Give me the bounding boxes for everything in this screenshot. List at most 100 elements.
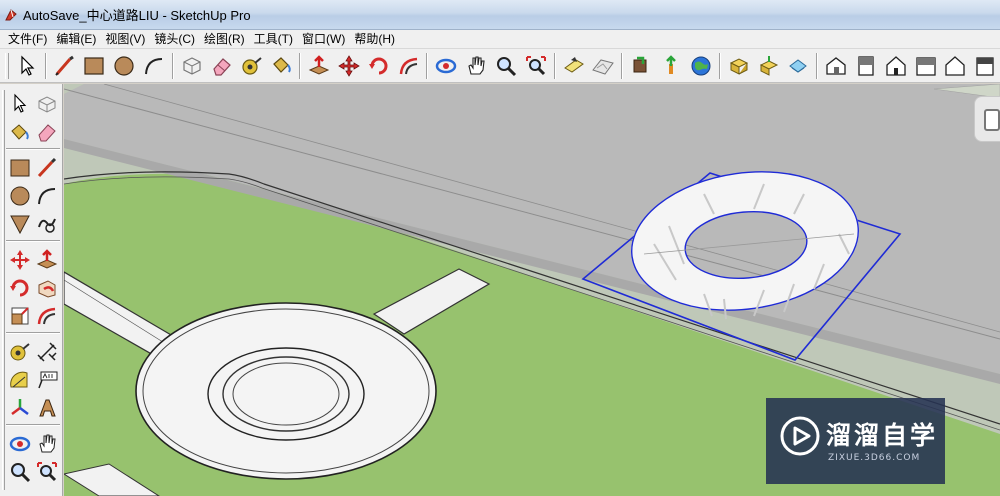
menu-camera[interactable]: 镜头(C) xyxy=(150,30,200,49)
circle-tool-button[interactable] xyxy=(109,51,139,81)
menu-window[interactable]: 窗口(W) xyxy=(298,30,350,49)
google-earth-button[interactable] xyxy=(686,51,716,81)
palette-offset-button[interactable] xyxy=(33,302,61,329)
axes-icon xyxy=(11,398,29,415)
palette-polygon-button[interactable] xyxy=(6,210,34,237)
palette-separator xyxy=(6,148,60,150)
offset-tool-button[interactable] xyxy=(394,51,424,81)
menu-view[interactable]: 视图(V) xyxy=(101,30,150,49)
palette-3dtext-button[interactable] xyxy=(33,394,61,421)
palette-paint-button[interactable] xyxy=(6,118,34,145)
menu-help[interactable]: 帮助(H) xyxy=(350,30,400,49)
title-bar: AutoSave_中心道路LIU - SketchUp Pro xyxy=(0,0,1000,30)
send-to-layout-icon xyxy=(789,58,808,73)
palette-followme-button[interactable] xyxy=(33,274,61,301)
toolbar-separator xyxy=(621,52,624,79)
3d-text-icon xyxy=(39,399,56,416)
get-components-icon xyxy=(729,57,748,75)
orbit-tool-button[interactable] xyxy=(431,51,461,81)
select-icon xyxy=(21,55,35,76)
get-models-button[interactable] xyxy=(626,51,656,81)
palette-move-button[interactable] xyxy=(6,246,34,273)
toggle-terrain-button[interactable] xyxy=(589,51,619,81)
toolbar-separator xyxy=(816,52,819,79)
polygon-icon xyxy=(10,215,30,234)
zoom-icon xyxy=(11,462,31,482)
toolbar-grip[interactable] xyxy=(5,52,9,79)
make-component-button[interactable] xyxy=(177,51,207,81)
palette-dimension-button[interactable] xyxy=(33,338,61,365)
move-tool-button[interactable] xyxy=(334,51,364,81)
get-components-button[interactable] xyxy=(724,51,754,81)
circle-icon xyxy=(114,55,134,76)
push-pull-button[interactable] xyxy=(304,51,334,81)
menu-draw[interactable]: 绘图(R) xyxy=(200,30,250,49)
palette-protractor-button[interactable] xyxy=(6,366,34,393)
right-view-button[interactable] xyxy=(911,51,941,81)
toolbar-separator xyxy=(299,52,302,79)
palette-tape-button[interactable] xyxy=(6,338,34,365)
rotate-tool-button[interactable] xyxy=(364,51,394,81)
side-panel-tab[interactable] xyxy=(974,96,1000,142)
paint-bucket-icon xyxy=(11,123,29,140)
back-view-icon xyxy=(945,55,966,76)
palette-scale-button[interactable] xyxy=(6,302,34,329)
select-tool-button[interactable] xyxy=(12,51,42,81)
front-view-button[interactable] xyxy=(881,51,911,81)
palette-rectangle-button[interactable] xyxy=(6,154,34,181)
rectangle-tool-button[interactable] xyxy=(80,51,110,81)
palette-circle-button[interactable] xyxy=(6,182,34,209)
main-toolbar xyxy=(0,49,1000,83)
palette-text-button[interactable] xyxy=(33,366,61,393)
left-view-icon xyxy=(976,56,994,76)
dimension-icon xyxy=(37,341,57,362)
menu-file[interactable]: 文件(F) xyxy=(4,30,52,49)
menu-tools[interactable]: 工具(T) xyxy=(250,30,298,49)
palette-pushpull-button[interactable] xyxy=(33,246,61,273)
palette-orbit-button[interactable] xyxy=(6,430,34,457)
add-location-button[interactable] xyxy=(559,51,589,81)
palette-grip[interactable] xyxy=(2,90,5,490)
line-tool-button[interactable] xyxy=(50,51,80,81)
palette-zoomwindow-button[interactable] xyxy=(33,458,61,485)
palette-zoom-button[interactable] xyxy=(6,458,34,485)
offset-icon xyxy=(37,307,56,324)
circle-icon xyxy=(10,186,30,205)
back-view-button[interactable] xyxy=(940,51,970,81)
zoom-extents-button[interactable] xyxy=(521,51,551,81)
line-pencil-icon xyxy=(37,157,57,177)
tape-measure-icon xyxy=(241,56,262,75)
palette-pan-button[interactable] xyxy=(33,430,61,457)
menu-edit[interactable]: 编辑(E) xyxy=(52,30,101,49)
select-icon xyxy=(14,93,27,113)
watermark-name: 溜溜自学 xyxy=(826,421,939,450)
google-earth-icon xyxy=(691,56,711,75)
palette-arc-button[interactable] xyxy=(33,182,61,209)
palette-freehand-button[interactable] xyxy=(33,210,61,237)
watermark-logo xyxy=(780,416,820,456)
share-component-button[interactable] xyxy=(754,51,784,81)
sketchup-app-icon xyxy=(5,8,17,20)
palette-line-button[interactable] xyxy=(33,154,61,181)
eraser-tool-button[interactable] xyxy=(207,51,237,81)
zoom-tool-button[interactable] xyxy=(491,51,521,81)
arc-tool-button[interactable] xyxy=(139,51,169,81)
send-to-layout-button[interactable] xyxy=(783,51,813,81)
paint-bucket-button[interactable] xyxy=(266,51,296,81)
share-model-button[interactable] xyxy=(656,51,686,81)
pan-tool-button[interactable] xyxy=(461,51,491,81)
iso-view-button[interactable] xyxy=(821,51,851,81)
make-component-icon xyxy=(183,56,201,75)
palette-rotate-button[interactable] xyxy=(6,274,34,301)
tape-measure-button[interactable] xyxy=(237,51,267,81)
top-view-button[interactable] xyxy=(851,51,881,81)
large-tool-set xyxy=(0,84,63,496)
orbit-icon xyxy=(9,436,31,451)
toolbar-separator xyxy=(171,52,174,79)
palette-select-button[interactable] xyxy=(6,90,34,117)
left-view-button[interactable] xyxy=(970,51,1000,81)
palette-eraser-button[interactable] xyxy=(33,118,61,145)
palette-axes-button[interactable] xyxy=(6,394,34,421)
palette-component-button[interactable] xyxy=(33,90,61,117)
pan-icon xyxy=(468,55,485,75)
